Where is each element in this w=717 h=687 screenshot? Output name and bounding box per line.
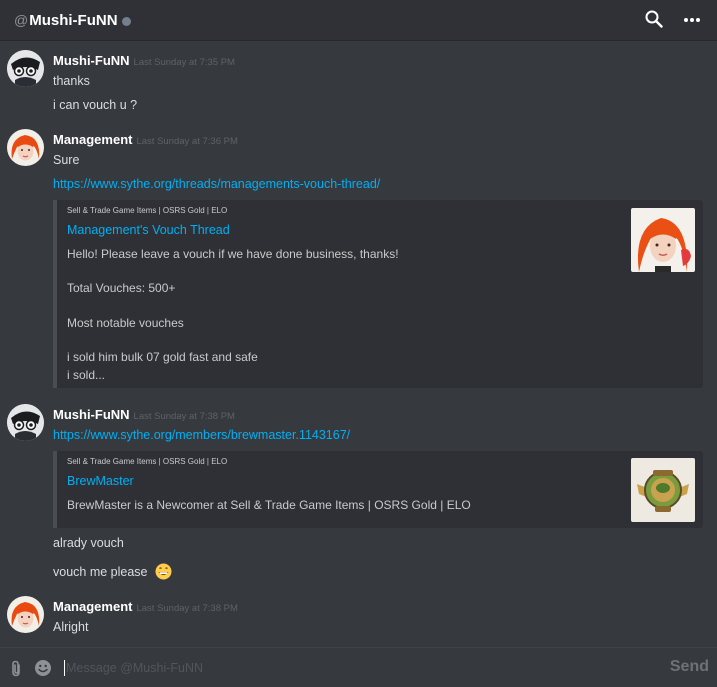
management-avatar-icon [7, 596, 44, 633]
smiley-icon [35, 660, 51, 676]
embed-provider[interactable]: Sell & Trade Game Items | OSRS Gold | EL… [67, 206, 227, 215]
embed-description-line: i sold... [67, 368, 106, 382]
emoji-picker-button[interactable] [34, 659, 52, 682]
attach-file-button[interactable] [10, 660, 22, 682]
embed-thumbnail[interactable] [631, 208, 695, 272]
message-author[interactable]: Mushi-FuNN Last Sunday at 7:38 PM [53, 407, 235, 422]
mushi-avatar-icon [7, 50, 44, 87]
channel-header: @ Mushi-FuNN [0, 0, 717, 41]
message-author[interactable]: Management Last Sunday at 7:36 PM [53, 132, 238, 147]
message-list[interactable]: Mushi-FuNN Last Sunday at 7:35 PM thanks … [0, 41, 717, 645]
header-actions [645, 10, 701, 28]
at-symbol: @ [14, 12, 29, 28]
send-button[interactable]: Send [670, 658, 709, 676]
message-timestamp: Last Sunday at 7:36 PM [136, 136, 238, 147]
author-name[interactable]: Mushi-FuNN [53, 53, 130, 68]
avatar[interactable] [7, 50, 44, 87]
embed-title[interactable]: BrewMaster [67, 474, 134, 488]
mushi-avatar-icon [7, 404, 44, 441]
embed-thumbnail[interactable] [631, 458, 695, 522]
embed-description-line: i sold him bulk 07 gold fast and safe [67, 350, 258, 364]
message-content: vouch me please [53, 563, 172, 580]
search-button[interactable] [645, 10, 663, 28]
search-icon [645, 10, 663, 28]
avatar[interactable] [7, 596, 44, 633]
author-name[interactable]: Mushi-FuNN [53, 407, 130, 422]
avatar[interactable] [7, 404, 44, 441]
badge-thumbnail-icon [631, 458, 695, 522]
embed-provider[interactable]: Sell & Trade Game Items | OSRS Gold | EL… [67, 457, 227, 466]
message-author[interactable]: Mushi-FuNN Last Sunday at 7:35 PM [53, 53, 235, 68]
message-link[interactable]: https://www.sythe.org/members/brewmaster… [53, 428, 350, 442]
message-timestamp: Last Sunday at 7:38 PM [136, 603, 238, 614]
portrait-thumbnail-icon [631, 208, 695, 272]
author-name[interactable]: Management [53, 132, 132, 147]
embed-description-line: Most notable vouches [67, 316, 184, 330]
message-text: vouch me please [53, 565, 148, 579]
text-cursor [64, 660, 65, 676]
avatar[interactable] [7, 129, 44, 166]
ellipsis-icon [684, 18, 700, 22]
link-embed: Sell & Trade Game Items | OSRS Gold | EL… [53, 200, 703, 388]
message-timestamp: Last Sunday at 7:35 PM [133, 57, 235, 68]
message-timestamp: Last Sunday at 7:38 PM [133, 411, 235, 422]
offline-status-icon [121, 16, 131, 26]
message-author[interactable]: Management Last Sunday at 7:38 PM [53, 599, 238, 614]
management-avatar-icon [7, 129, 44, 166]
message-input[interactable] [66, 657, 646, 679]
embed-title[interactable]: Management's Vouch Thread [67, 223, 230, 237]
embed-description-line: Total Vouches: 500+ [67, 281, 176, 295]
link-embed: Sell & Trade Game Items | OSRS Gold | EL… [53, 451, 703, 528]
dm-recipient-name[interactable]: Mushi-FuNN [29, 12, 117, 29]
message-content: thanks [53, 74, 90, 88]
grinning-emoji-icon[interactable] [155, 563, 172, 580]
paperclip-icon [12, 660, 20, 677]
message-composer: Send [0, 647, 717, 687]
embed-description-line: Hello! Please leave a vouch if we have d… [67, 247, 399, 261]
message-link[interactable]: https://www.sythe.org/threads/management… [53, 177, 380, 191]
message-content: i can vouch u ? [53, 98, 138, 112]
more-options-button[interactable] [683, 10, 701, 28]
message-content: Alright [53, 620, 89, 634]
message-content: Sure [53, 153, 80, 167]
embed-description-line: BrewMaster is a Newcomer at Sell & Trade… [67, 498, 471, 512]
message-content: alrady vouch [53, 536, 124, 550]
author-name[interactable]: Management [53, 599, 132, 614]
